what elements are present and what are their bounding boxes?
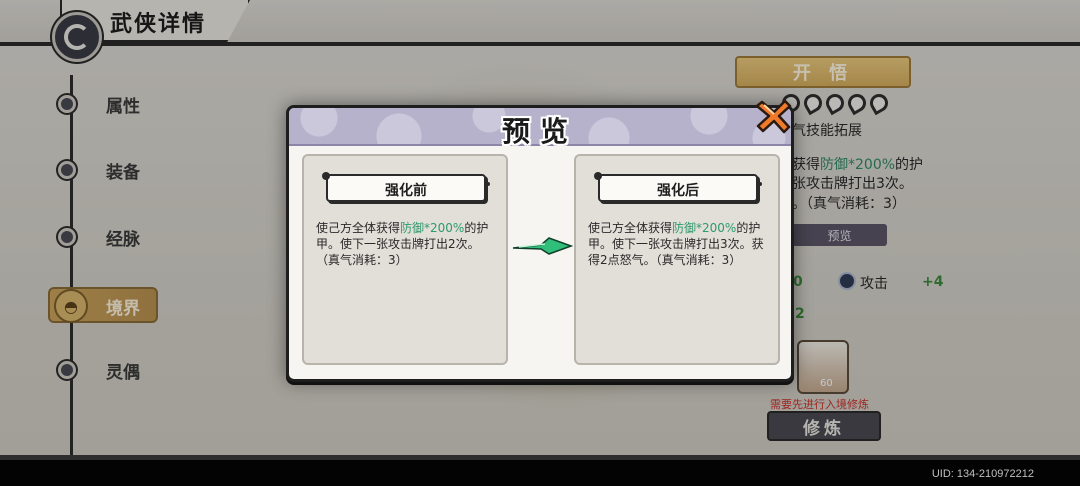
after-description: 使己方全体获得防御*200%的护甲。使下一张攻击牌打出3次。获得2点怒气。（真气… bbox=[588, 220, 768, 268]
close-icon bbox=[755, 99, 792, 134]
arrow-right-icon bbox=[512, 237, 573, 255]
desc-part: 使己方全体获得 bbox=[316, 221, 401, 235]
before-card: 强化前 使己方全体获得防御*200%的护甲。使下一张攻击牌打出2次。（真气消耗：… bbox=[302, 154, 508, 365]
desc-highlight: 防御*200% bbox=[400, 221, 465, 235]
before-tag: 强化前 bbox=[322, 172, 490, 202]
desc-highlight: 防御*200% bbox=[672, 221, 737, 235]
close-button[interactable] bbox=[754, 96, 794, 136]
before-description: 使己方全体获得防御*200%的护甲。使下一张攻击牌打出2次。（真气消耗：3） bbox=[316, 220, 496, 268]
game-scene: 武侠详情 属性 装备 经脉 ◓ 境界 灵偶 开 悟 气技能拓展 获得防御*200… bbox=[0, 0, 1080, 486]
desc-part: 使己方全体获得 bbox=[588, 221, 673, 235]
dialog-title: 预览 bbox=[501, 115, 578, 148]
before-tag-label: 强化前 bbox=[385, 183, 427, 199]
after-tag: 强化后 bbox=[594, 172, 762, 202]
after-tag-label: 强化后 bbox=[657, 183, 699, 199]
after-card: 强化后 使己方全体获得防御*200%的护甲。使下一张攻击牌打出3次。获得2点怒气… bbox=[574, 154, 780, 365]
preview-dialog: 预览 强化前 使己方全体获得防御*200%的护甲。使下一张攻击牌打出2次。（真气… bbox=[286, 105, 794, 382]
